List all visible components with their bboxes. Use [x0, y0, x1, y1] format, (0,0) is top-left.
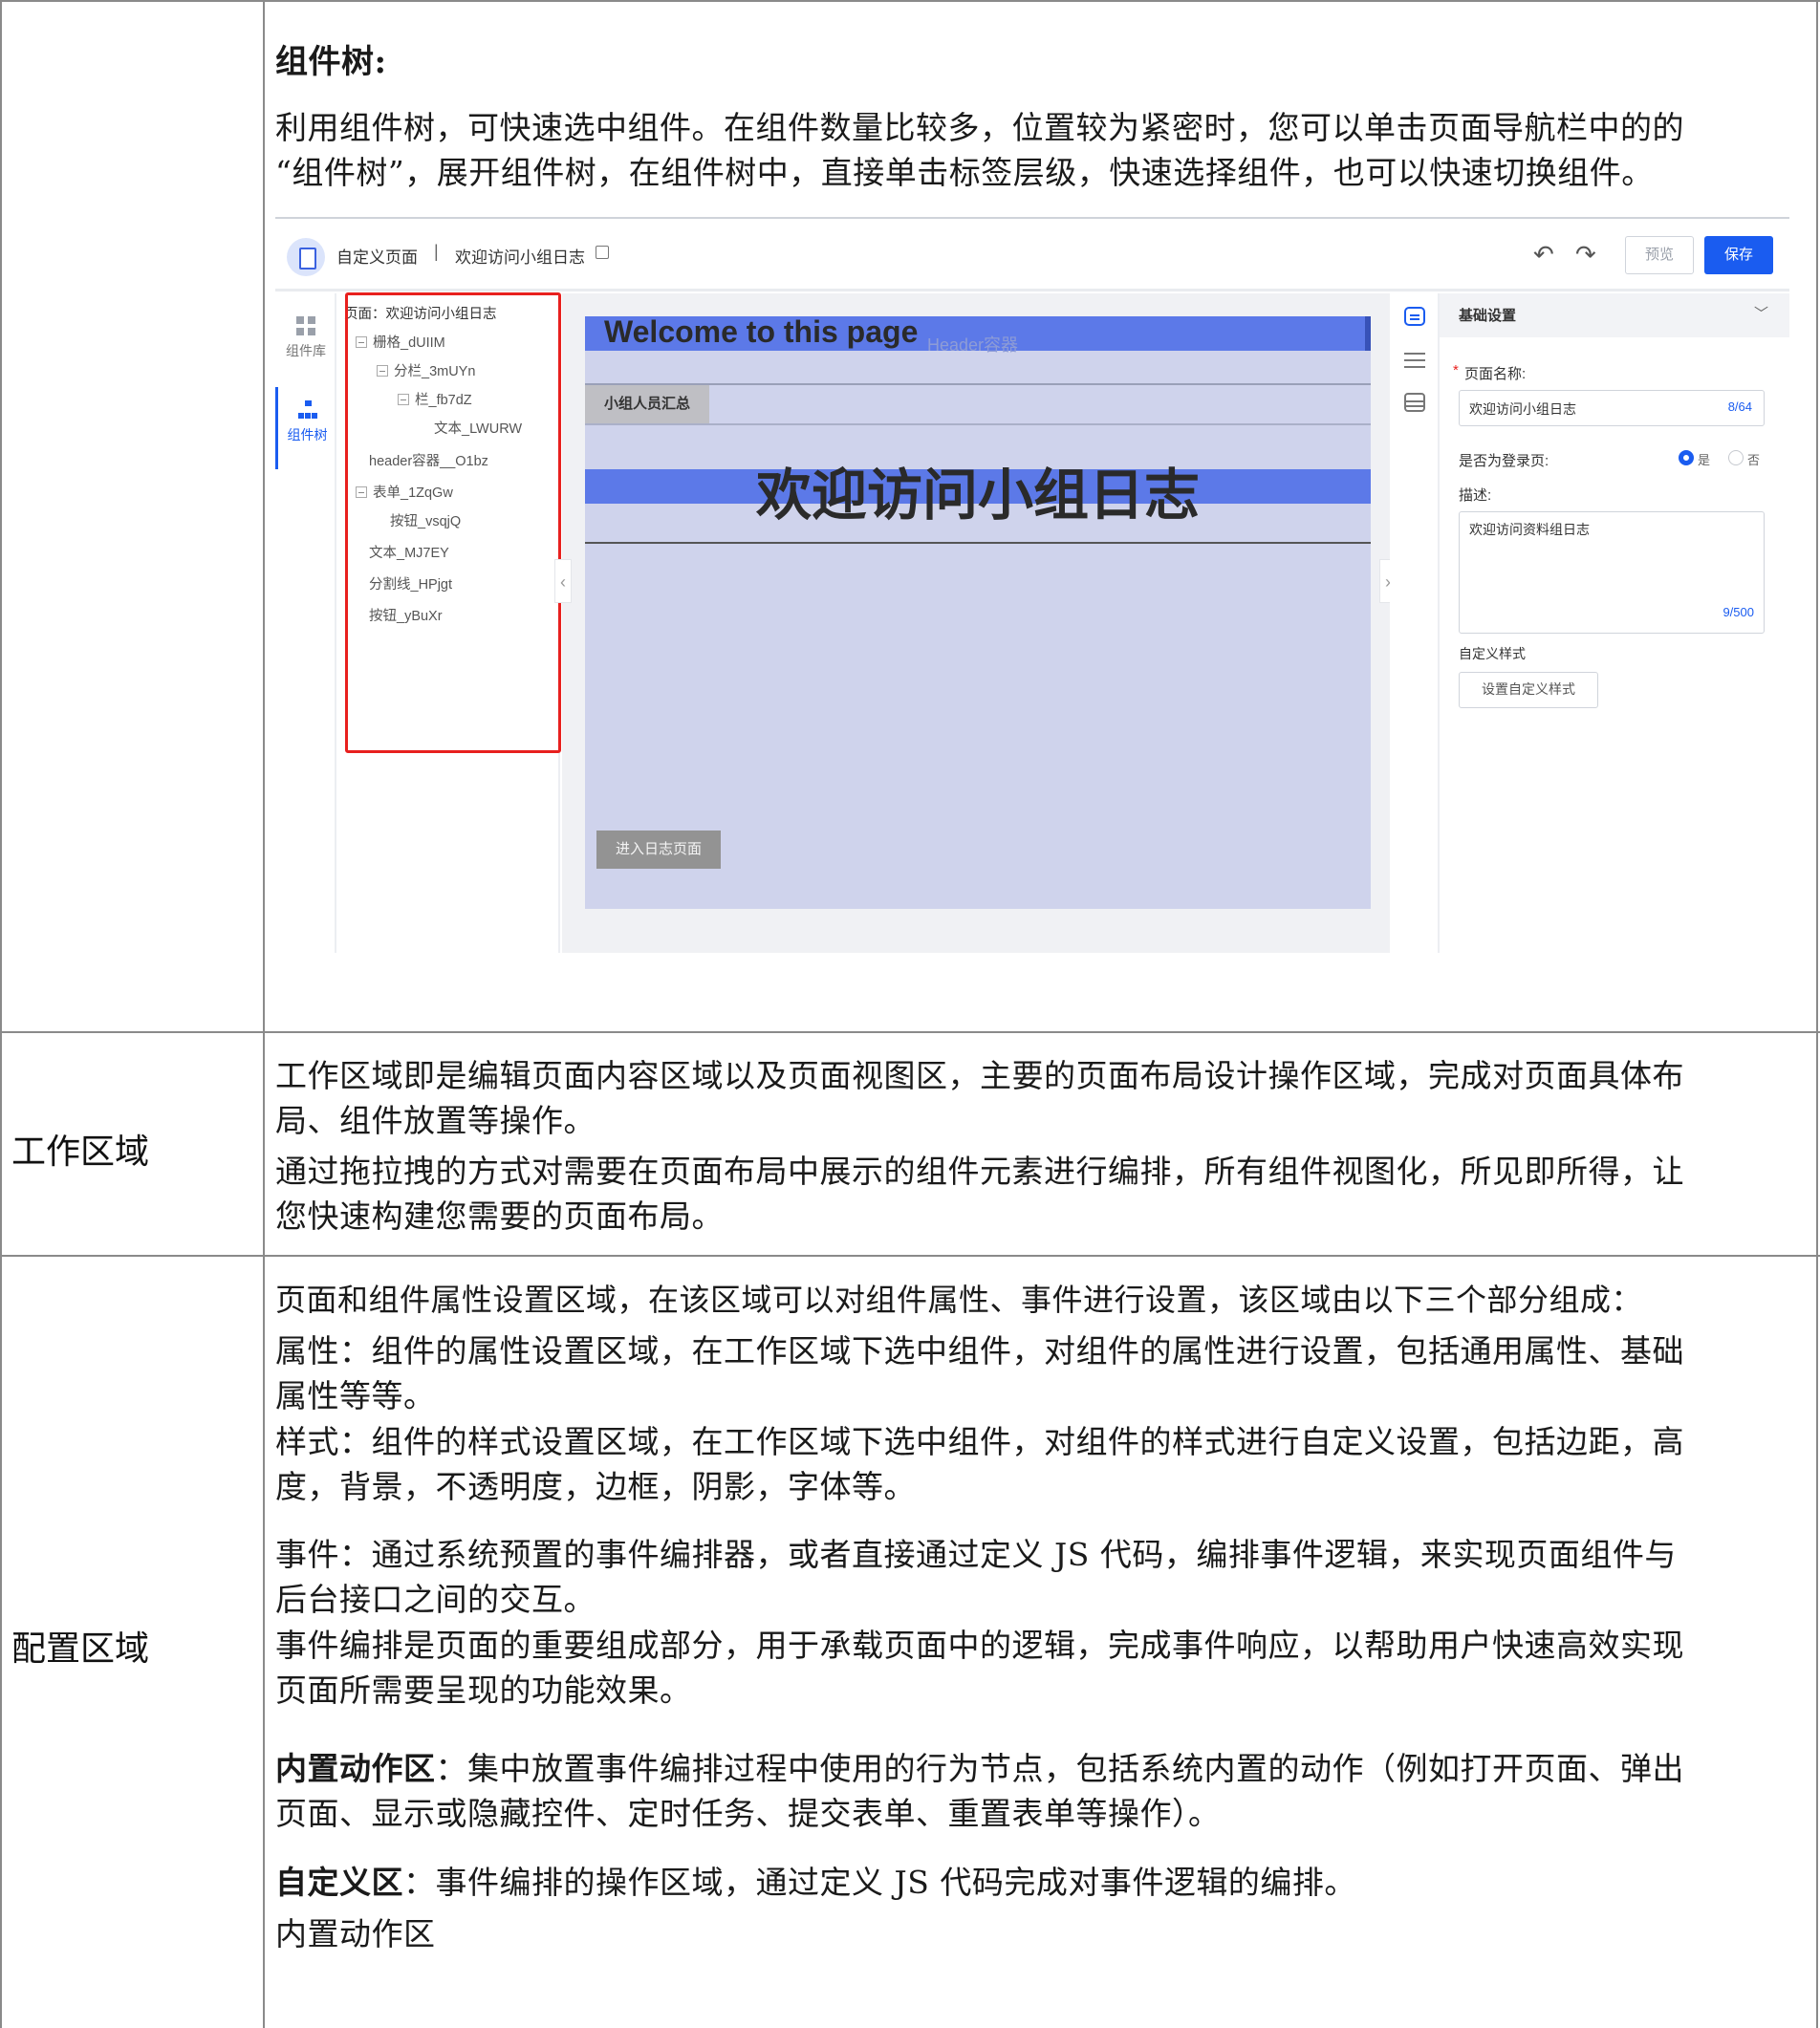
- breadcrumb-page-type[interactable]: 自定义页面: [336, 244, 418, 268]
- work-canvas: Welcome to this page Header容器 小组人员汇总 欢迎访…: [562, 293, 1390, 953]
- big-title[interactable]: 欢迎访问小组日志: [585, 450, 1371, 530]
- breadcrumb-page-name[interactable]: 欢迎访问小组日志: [455, 244, 585, 268]
- attr-line-1: 属性：组件的属性设置区域，在工作区域下选中组件，对组件的属性进行设置，包括通用属…: [275, 1332, 1684, 1370]
- undo-icon[interactable]: ↶: [1533, 242, 1554, 267]
- style-line-2: 度，背景，不透明度，边框，阴影，字体等。: [275, 1468, 916, 1505]
- style-sliders-icon[interactable]: [1404, 351, 1425, 370]
- config-intro: 页面和组件属性设置区域，在该区域可以对组件属性、事件进行设置，该区域由以下三个部…: [275, 1282, 1643, 1318]
- config-panel: 基础设置 ﹀ * 页面名称: 欢迎访问小组日志 8/64 是否为登录页: 是 否…: [1440, 293, 1789, 953]
- table-border-right: [1816, 0, 1818, 2028]
- char-count: 9/500: [1722, 605, 1754, 619]
- radio-yes[interactable]: [1679, 450, 1694, 465]
- custom-line: 自定义区：事件编排的操作区域，通过定义 JS 代码完成对事件逻辑的编排。: [275, 1860, 1805, 1905]
- tree-desc-line-1: 利用组件树，可快速选中组件。在组件数量比较多，位置较为紧密时，您可以单击页面导航…: [275, 109, 1684, 146]
- tab-chip[interactable]: 小组人员汇总: [585, 385, 709, 423]
- enter-log-button[interactable]: 进入日志页面: [596, 831, 721, 869]
- custom-text: ：事件编排的操作区域，通过定义 JS 代码完成对事件逻辑的编排。: [403, 1864, 1356, 1901]
- builtin-heading: 内置动作区: [275, 1750, 436, 1787]
- rail-item-label: 组件树: [287, 427, 328, 442]
- char-count: 8/64: [1727, 399, 1752, 414]
- document-table: 组件树: 利用组件树，可快速选中组件。在组件数量比较多，位置较为紧密时，您可以单…: [0, 0, 1820, 2028]
- page-file-icon: [287, 238, 325, 276]
- work-line-3: 通过拖拉拽的方式对需要在页面布局中展示的组件元素进行编排，所有组件视图化，所见即…: [275, 1153, 1684, 1190]
- style-line-1: 样式：组件的样式设置区域，在工作区域下选中组件，对组件的样式进行自定义设置，包括…: [275, 1423, 1684, 1460]
- events-icon[interactable]: [1404, 393, 1425, 412]
- rail-item-label: 组件库: [286, 343, 326, 358]
- section-title: 基础设置: [1459, 308, 1517, 324]
- page-name-label: 页面名称:: [1464, 366, 1527, 382]
- custom-heading: 自定义区: [275, 1864, 403, 1901]
- breadcrumb-separator: |: [434, 242, 439, 261]
- collapse-left-icon[interactable]: ‹: [554, 559, 572, 603]
- builtin-text: ：集中放置事件编排过程中使用的行为节点，包括系统内置的动作（例如打开页面、弹出: [435, 1750, 1684, 1787]
- divider-line[interactable]: [585, 542, 1371, 544]
- description-textarea[interactable]: 欢迎访问资料组日志 9/500: [1459, 511, 1765, 634]
- section-header[interactable]: 基础设置 ﹀: [1440, 293, 1789, 337]
- required-mark: *: [1453, 362, 1459, 378]
- page-preview[interactable]: Welcome to this page Header容器 小组人员汇总 欢迎访…: [585, 314, 1371, 909]
- description-label: 描述:: [1459, 487, 1492, 504]
- attr-line-2: 属性等等。: [275, 1377, 436, 1414]
- left-rail: 组件库 组件树: [275, 293, 336, 953]
- table-row-divider: [0, 1031, 1820, 1033]
- chevron-down-icon[interactable]: ﹀: [1754, 303, 1768, 323]
- set-custom-style-button[interactable]: 设置自定义样式: [1459, 672, 1598, 708]
- row-label-work-area: 工作区域: [11, 1133, 150, 1172]
- bar-end: [1365, 316, 1371, 351]
- editor-toolbar: 自定义页面 | 欢迎访问小组日志 ↶ ↷ 预览 保存: [275, 219, 1789, 291]
- builtin-line-2: 页面、显示或隐藏控件、定时任务、提交表单、重置表单等操作）。: [275, 1795, 1221, 1832]
- page-name-value: 欢迎访问小组日志: [1469, 401, 1576, 417]
- work-line-1: 工作区域即是编辑页面内容区域以及页面视图区，主要的页面布局设计操作区域，完成对页…: [275, 1057, 1684, 1094]
- event-line-2: 后台接口之间的交互。: [275, 1581, 596, 1618]
- event-line-4: 页面所需要呈现的功能效果。: [275, 1672, 692, 1709]
- editor-screenshot: 自定义页面 | 欢迎访问小组日志 ↶ ↷ 预览 保存 组件库 组件树 页面：欢迎…: [275, 217, 1789, 953]
- event-line-3: 事件编排是页面的重要组成部分，用于承载页面中的逻辑，完成事件响应，以帮助用户快速…: [275, 1627, 1684, 1664]
- builtin-line-1: 内置动作区：集中放置事件编排过程中使用的行为节点，包括系统内置的动作（例如打开页…: [275, 1746, 1805, 1791]
- tree-heading: 组件树:: [275, 43, 387, 81]
- work-line-2: 局、组件放置等操作。: [275, 1102, 596, 1139]
- tree-highlight-box: [345, 292, 561, 753]
- rail-item-component-tree[interactable]: 组件树: [275, 387, 336, 469]
- preview-button[interactable]: 预览: [1625, 236, 1694, 274]
- table-border-top: [0, 0, 1820, 2]
- tree-desc-line-2: “组件树”，展开组件树，在组件树中，直接单击标签层级，快速选择组件，也可以快速切…: [275, 154, 1654, 191]
- login-page-label: 是否为登录页:: [1459, 453, 1549, 469]
- edit-icon[interactable]: [596, 246, 609, 259]
- header-container-label: Header容器: [927, 335, 1019, 355]
- table-row-divider: [0, 1255, 1820, 1257]
- page-name-input[interactable]: 欢迎访问小组日志 8/64: [1459, 390, 1765, 426]
- row-label-config-area: 配置区域: [11, 1629, 150, 1669]
- description-value: 欢迎访问资料组日志: [1469, 522, 1590, 537]
- tree-icon: [297, 400, 317, 420]
- tail-text: 内置动作区: [275, 1915, 436, 1952]
- welcome-text[interactable]: Welcome to this page: [604, 314, 918, 350]
- redo-icon[interactable]: ↷: [1575, 242, 1596, 267]
- table-border-left: [0, 0, 2, 2028]
- rail-item-component-lib[interactable]: 组件库: [275, 303, 336, 385]
- config-tab-rail: [1390, 293, 1440, 953]
- work-line-4: 您快速构建您需要的页面布局。: [275, 1197, 724, 1235]
- grid-icon: [296, 316, 315, 335]
- divider: [585, 423, 1371, 425]
- table-column-divider: [263, 0, 265, 2028]
- custom-style-label: 自定义样式: [1459, 646, 1526, 661]
- properties-icon[interactable]: [1404, 307, 1425, 326]
- radio-yes-label: 是: [1698, 453, 1711, 467]
- radio-no-label: 否: [1747, 453, 1761, 467]
- event-line-1: 事件：通过系统预置的事件编排器，或者直接通过定义 JS 代码，编排事件逻辑，来实…: [275, 1536, 1677, 1573]
- save-button[interactable]: 保存: [1704, 236, 1773, 274]
- radio-no[interactable]: [1728, 450, 1744, 465]
